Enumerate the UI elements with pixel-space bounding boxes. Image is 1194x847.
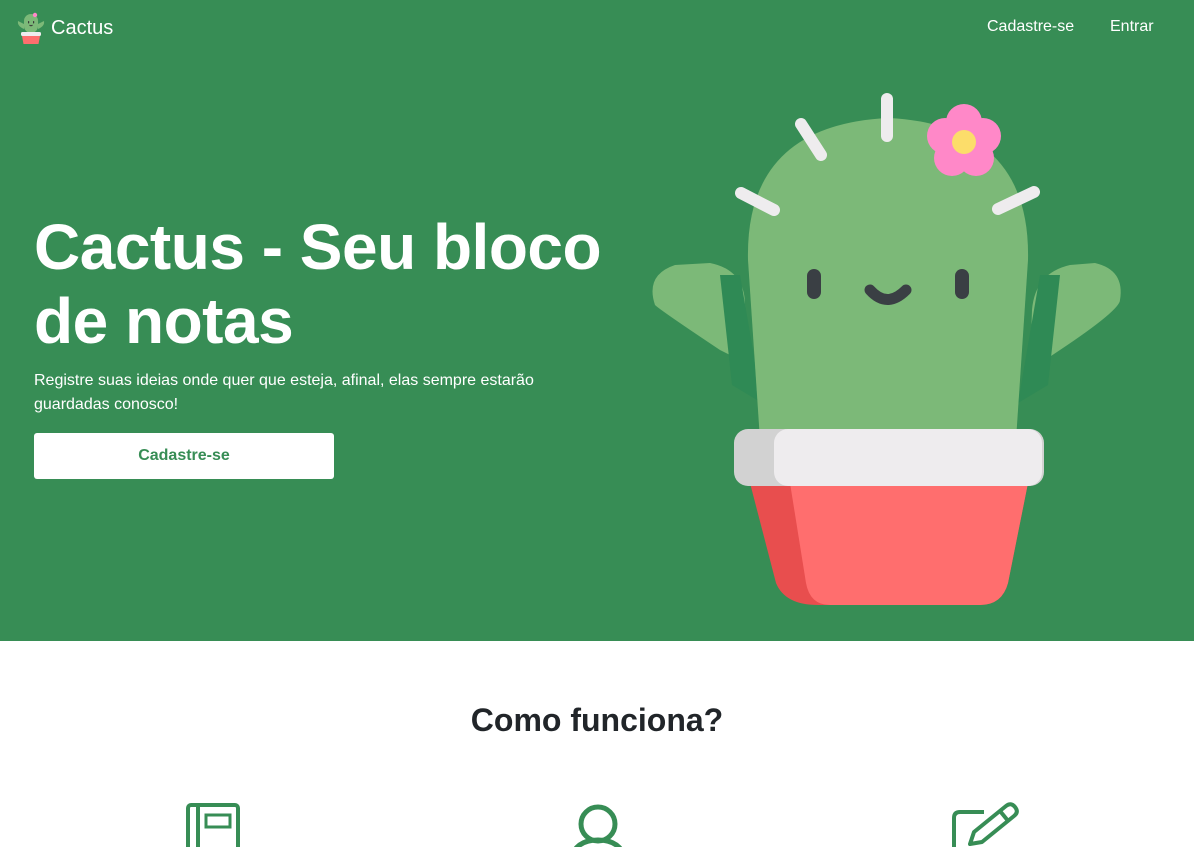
how-it-works-title: Como funciona? — [470, 702, 724, 738]
cactus-illustration-icon — [652, 93, 1121, 605]
pencil-square-icon — [952, 802, 1019, 847]
hero-subtitle: Registre suas ideias onde quer que estej… — [34, 372, 534, 413]
hero-title: Cactus - Seu bloco de notas — [34, 211, 602, 357]
hero-section: Cactus Cadastre-se Entrar Cactus - Seu b… — [0, 0, 1194, 641]
hero-signup-button[interactable]: Cadastre-se — [34, 433, 334, 479]
brand-link[interactable]: Cactus — [16, 10, 113, 46]
cactus-logo-icon — [17, 12, 45, 44]
nav-login-link[interactable]: Entrar — [1110, 16, 1154, 38]
user-icon — [574, 804, 622, 847]
notebook-icon — [186, 803, 240, 847]
brand-name: Cactus — [51, 17, 114, 39]
nav-signup-link[interactable]: Cadastre-se — [987, 16, 1074, 38]
navbar: Cactus Cadastre-se Entrar — [0, 0, 1194, 54]
